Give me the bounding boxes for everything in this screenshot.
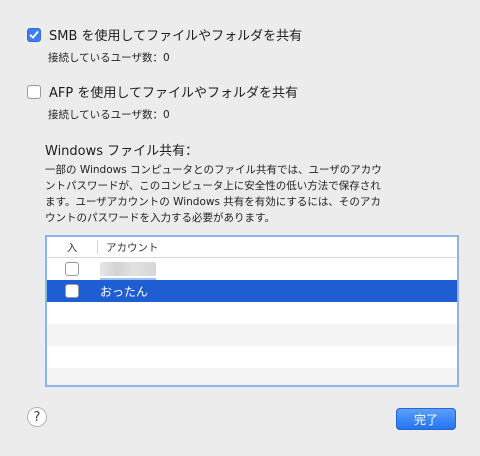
column-header-account[interactable]: アカウント (98, 240, 159, 255)
account-name (97, 262, 156, 280)
empty-row (47, 346, 457, 368)
afp-option[interactable]: AFP を使用してファイルやフォルダを共有 (27, 82, 298, 101)
table-header: 入 アカウント (47, 237, 457, 258)
windows-sharing-title: Windows ファイル共有： (45, 144, 199, 159)
table-row[interactable] (47, 258, 457, 280)
description-line: 一部の Windows コンピュータとのファイル共有では、ユーザのアカウ (45, 164, 382, 176)
question-mark-icon: ? (33, 409, 41, 425)
afp-label: AFP を使用してファイルやフォルダを共有 (49, 86, 298, 101)
table-row-selected[interactable]: おったん (47, 280, 457, 302)
redacted-account-name (100, 262, 156, 280)
empty-row (47, 302, 457, 324)
afp-checkbox[interactable] (27, 84, 41, 99)
smb-option[interactable]: SMB を使用してファイルやフォルダを共有 (27, 25, 302, 44)
smb-label: SMB を使用してファイルやフォルダを共有 (49, 29, 303, 44)
windows-sharing-description: 一部の Windows コンピュータとのファイル共有では、ユーザのアカウ ントパ… (45, 162, 445, 226)
help-button[interactable]: ? (27, 407, 47, 427)
description-line: ます。ユーザアカウントの Windows 共有を有効にするには、そのアカ (45, 196, 381, 208)
empty-row (47, 324, 457, 346)
column-header-enabled[interactable]: 入 (47, 240, 97, 255)
description-line: ウントのパスワードを入力する必要があります。 (45, 212, 275, 224)
empty-row (47, 368, 457, 385)
accounts-table[interactable]: 入 アカウント おったん (45, 235, 459, 387)
row-enable-checkbox[interactable] (65, 262, 79, 276)
afp-connected-users: 接続しているユーザ数：0 (48, 109, 170, 121)
description-line: ントパスワードが、このコンピュータ上に安全性の低い方法で保存され (45, 180, 381, 192)
account-name: おったん (100, 284, 149, 299)
smb-checkbox[interactable] (27, 27, 41, 42)
done-button[interactable]: 完了 (396, 408, 456, 430)
row-enable-checkbox[interactable] (65, 284, 79, 298)
checkmark-icon (29, 30, 39, 38)
smb-connected-users: 接続しているユーザ数：0 (48, 52, 170, 64)
